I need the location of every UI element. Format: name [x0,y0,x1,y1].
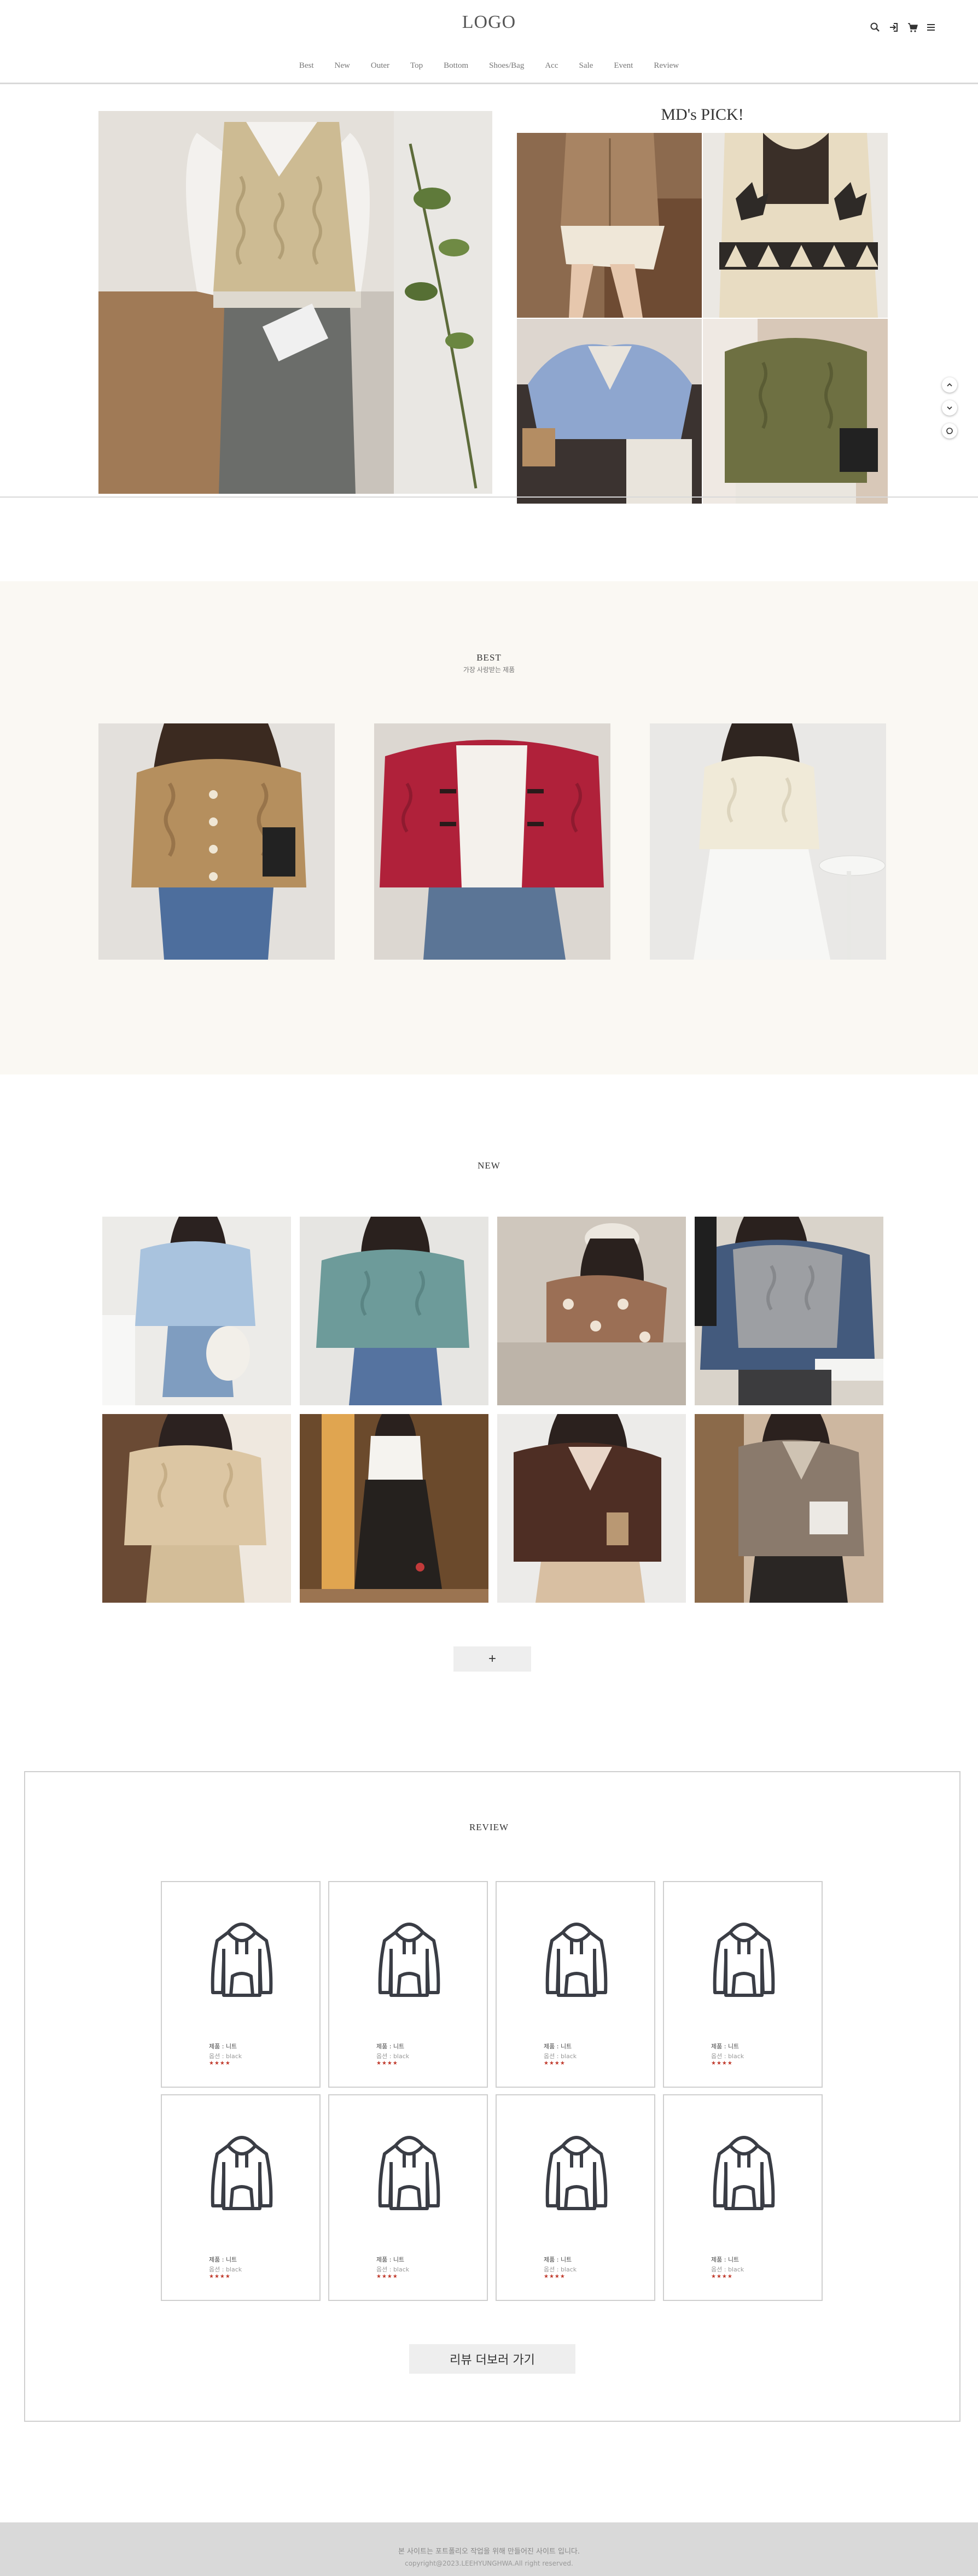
review-card[interactable]: 제품 : 니트 옵션 : black ★★★★ [663,1881,823,2088]
menu-icon[interactable] [925,22,936,33]
arrow-up-icon[interactable] [942,377,957,393]
new-title: NEW [478,1160,500,1171]
review-option: 옵션 : black [544,2266,577,2273]
hero-divider [0,496,978,498]
pick-photo[interactable] [703,319,888,504]
logo[interactable]: LOGO [0,12,978,33]
nav-item-shoes-bag[interactable]: Shoes/Bag [489,61,524,71]
review-grid: 제품 : 니트 옵션 : black ★★★★ 제품 : 니트 옵션 : bla… [161,1881,824,2301]
mds-pick-grid [517,133,888,504]
nav-item-sale[interactable]: Sale [579,61,593,71]
review-product-name: 제품 : 니트 [711,2256,740,2263]
review-option: 옵션 : black [711,2053,744,2060]
review-option: 옵션 : black [711,2266,744,2273]
hoodie-icon [211,2136,273,2210]
review-card[interactable]: 제품 : 니트 옵션 : black ★★★★ [161,1881,321,2088]
new-item[interactable] [102,1217,291,1405]
best-item[interactable] [374,723,610,960]
floating-buttons [942,377,957,439]
review-stars: ★★★★ [544,2274,566,2280]
pick-photo[interactable] [703,133,888,318]
review-product-name: 제품 : 니트 [376,2256,405,2263]
hoodie-icon [378,1923,440,1997]
new-item[interactable] [300,1217,488,1405]
review-product-name: 제품 : 니트 [544,2256,572,2263]
new-item[interactable] [102,1414,291,1603]
best-title: BEST [476,652,502,663]
new-product-grid [102,1217,883,1604]
nav-item-outer[interactable]: Outer [371,61,389,71]
mds-pick-title: MD's PICK! [661,106,744,124]
nav-item-top[interactable]: Top [410,61,423,71]
review-card[interactable]: 제품 : 니트 옵션 : black ★★★★ [663,2094,823,2301]
nav-item-best[interactable]: Best [299,61,314,71]
nav-item-event[interactable]: Event [614,61,633,71]
best-subtitle: 가장 사랑받는 제품 [463,666,515,674]
review-more-button[interactable]: 리뷰 더보러 가기 [409,2344,575,2374]
hoodie-icon [545,2136,608,2210]
pick-photo[interactable] [517,319,702,504]
new-item[interactable] [300,1414,488,1603]
cart-icon[interactable] [907,22,918,33]
site-footer: 본 사이트는 포트폴리오 작업을 위해 만들어진 사이트 입니다. copyri… [0,2522,978,2576]
review-stars: ★★★★ [711,2060,733,2066]
hero-main-photo[interactable] [98,111,492,494]
review-stars: ★★★★ [376,2274,398,2280]
header-icons [870,22,936,33]
search-icon[interactable] [870,22,881,33]
hoodie-icon [545,1923,608,1997]
new-item[interactable] [497,1414,686,1603]
review-card[interactable]: 제품 : 니트 옵션 : black ★★★★ [328,2094,488,2301]
review-product-name: 제품 : 니트 [711,2043,740,2050]
review-stars: ★★★★ [209,2060,231,2066]
review-stars: ★★★★ [376,2060,398,2066]
review-stars: ★★★★ [711,2274,733,2280]
hoodie-icon [713,1923,775,1997]
review-option: 옵션 : black [376,2053,410,2060]
chat-icon[interactable] [942,423,957,439]
site-header: LOGO Best New Outer Top Bottom Shoes/Bag… [0,0,978,84]
review-option: 옵션 : black [209,2266,242,2273]
footer-copyright: copyright@2023.LEEHYUNGHWA.All right res… [405,2560,573,2567]
arrow-down-icon[interactable] [942,400,957,416]
review-product-name: 제품 : 니트 [209,2043,237,2050]
review-product-name: 제품 : 니트 [544,2043,572,2050]
new-item[interactable] [695,1217,883,1405]
best-item[interactable] [98,723,335,960]
review-stars: ★★★★ [544,2060,566,2066]
review-card[interactable]: 제품 : 니트 옵션 : black ★★★★ [161,2094,321,2301]
hoodie-icon [713,2136,775,2210]
review-card[interactable]: 제품 : 니트 옵션 : black ★★★★ [328,1881,488,2088]
main-nav: Best New Outer Top Bottom Shoes/Bag Acc … [0,61,978,71]
nav-item-acc[interactable]: Acc [545,61,558,71]
review-option: 옵션 : black [544,2053,577,2060]
nav-item-bottom[interactable]: Bottom [444,61,468,71]
review-product-name: 제품 : 니트 [376,2043,405,2050]
footer-notice: 본 사이트는 포트폴리오 작업을 위해 만들어진 사이트 입니다. [398,2548,580,2556]
login-icon[interactable] [888,22,899,33]
review-option: 옵션 : black [376,2266,410,2273]
hoodie-icon [378,2136,440,2210]
best-item[interactable] [650,723,886,960]
new-item[interactable] [695,1414,883,1603]
review-title: REVIEW [469,1822,509,1832]
load-more-button[interactable]: + [453,1646,531,1672]
nav-item-review[interactable]: Review [654,61,679,71]
review-card[interactable]: 제품 : 니트 옵션 : black ★★★★ [496,2094,655,2301]
review-card[interactable]: 제품 : 니트 옵션 : black ★★★★ [496,1881,655,2088]
review-product-name: 제품 : 니트 [209,2256,237,2263]
review-option: 옵션 : black [209,2053,242,2060]
new-item[interactable] [497,1217,686,1405]
pick-photo[interactable] [517,133,702,318]
review-stars: ★★★★ [209,2274,231,2280]
nav-item-new[interactable]: New [335,61,350,71]
hoodie-icon [211,1923,273,1997]
